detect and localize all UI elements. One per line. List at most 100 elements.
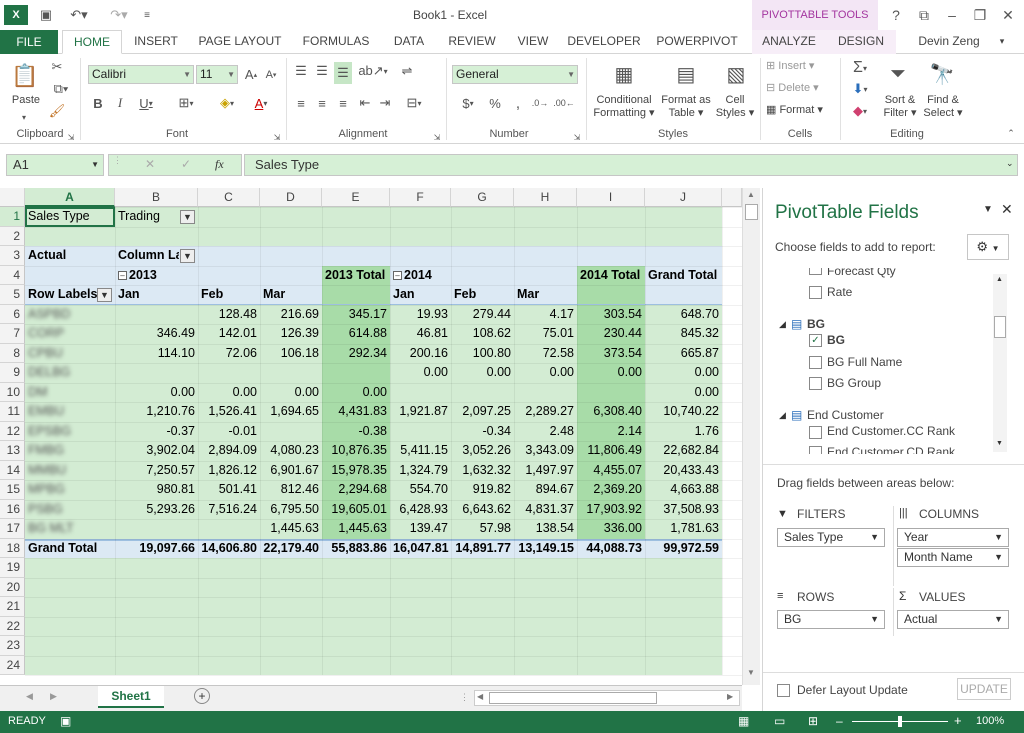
value-cell[interactable]: 0.00 [322,383,390,403]
value-cell[interactable] [451,383,514,403]
table-end-customer[interactable]: End Customer [807,408,884,422]
value-cell[interactable]: 4,431.83 [322,402,390,422]
value-cell[interactable]: 812.46 [260,480,322,500]
column-header-d[interactable]: D [260,188,322,207]
value-cell[interactable]: 1,826.12 [198,461,260,481]
row-header-12[interactable]: 12 [0,421,25,441]
italic-icon[interactable]: I [112,94,128,112]
field-rate[interactable]: Rate [827,285,852,299]
value-cell[interactable]: -0.34 [451,422,514,442]
value-cell[interactable] [198,519,260,539]
field-checkbox[interactable] [809,377,822,390]
value-cell[interactable]: 4,455.07 [577,461,645,481]
row-header-13[interactable]: 13 [0,441,25,461]
value-cell[interactable]: 4,080.23 [260,441,322,461]
value-cell[interactable]: 10,740.22 [645,402,722,422]
value-cell[interactable]: 216.69 [260,305,322,325]
defer-update-checkbox[interactable] [777,684,790,697]
value-cell[interactable]: 72.06 [198,344,260,364]
value-cell[interactable] [115,519,198,539]
value-cell[interactable]: 7,250.57 [115,461,198,481]
value-cell[interactable]: 200.16 [390,344,451,364]
zoom-level[interactable]: 100% [976,715,1004,727]
bold-icon[interactable]: B [90,94,106,112]
cell-e4-2013-total[interactable]: 2013 Total [322,266,390,286]
cell-d5-month[interactable]: Mar [260,285,322,305]
value-cell[interactable]: 100.80 [451,344,514,364]
next-sheet-icon[interactable]: ▶ [50,691,57,702]
cancel-icon[interactable]: ✕ [145,157,155,171]
value-cell[interactable]: 5,293.26 [115,500,198,520]
cell-i4-2014-total[interactable]: 2014 Total [577,266,645,286]
row-label[interactable]: CORP [25,324,115,344]
tab-view[interactable]: VIEW [510,30,556,54]
orientation-icon[interactable]: ab↗ ▾ [358,62,388,80]
filter-dropdown-icon[interactable]: ▼ [180,209,195,224]
font-color-icon[interactable]: A ▾ [248,94,274,112]
row-header-22[interactable]: 22 [0,616,25,636]
cell-a1-sales-type[interactable]: Sales Type [25,207,115,227]
macro-record-icon[interactable]: ▣ [60,714,71,728]
value-cell[interactable]: 4,831.37 [514,500,577,520]
find-select-button[interactable]: Find & Select ▾ [920,94,966,120]
sheet-tab-sheet1[interactable]: Sheet1 [98,686,164,708]
underline-icon[interactable]: U ▾ [132,94,160,112]
field-checkbox-checked[interactable]: ✓ [809,334,822,347]
value-cell[interactable]: 3,052.26 [451,441,514,461]
value-cell[interactable]: -0.37 [115,422,198,442]
value-cell[interactable]: 1,526.41 [198,402,260,422]
scroll-thumb-h[interactable] [489,692,657,704]
column-header-b[interactable]: B [115,188,198,207]
field-bg-full-name[interactable]: BG Full Name [827,355,902,369]
collapse-2014-icon[interactable]: – [393,270,402,280]
value-cell[interactable]: 303.54 [577,305,645,325]
value-cell[interactable]: 126.39 [260,324,322,344]
value-cell[interactable]: 919.82 [451,480,514,500]
scroll-up-icon[interactable]: ▲ [996,276,1003,283]
value-cell[interactable]: 373.54 [577,344,645,364]
enter-icon[interactable]: ✓ [181,157,191,171]
conditional-formatting-icon[interactable]: ▦ [608,58,640,90]
tools-gear-icon[interactable]: ⚙ ▼ [967,234,1009,260]
tab-data[interactable]: DATA [384,30,434,54]
value-cell[interactable] [115,363,198,383]
value-cell[interactable]: 2.14 [577,422,645,442]
tab-developer[interactable]: DEVELOPER [564,30,644,54]
field-bg[interactable]: BG [827,333,845,347]
collapse-2013-icon[interactable]: – [118,270,127,280]
ribbon-display-icon[interactable]: ⧉ [912,4,936,26]
scroll-up-icon[interactable]: ▲ [747,190,755,199]
zoom-out-icon[interactable]: – [836,714,843,728]
value-cell[interactable]: 1.76 [645,422,722,442]
value-cell[interactable]: 46.81 [390,324,451,344]
row-item-bg[interactable]: BG ▼ [777,610,885,629]
value-cell[interactable] [577,383,645,403]
row-header-11[interactable]: 11 [0,402,25,422]
sort-filter-icon[interactable]: ⏷ [882,58,914,90]
column-header-a[interactable]: A [25,188,115,207]
cell-b3-column-labels[interactable]: Column La [115,246,179,266]
column-item-year[interactable]: Year ▼ [897,528,1009,547]
name-box[interactable]: A1 ▼ [6,154,104,176]
value-cell[interactable]: 346.49 [115,324,198,344]
minimize-icon[interactable]: – [940,4,964,26]
value-cell[interactable]: 15,978.35 [322,461,390,481]
cell-f5-month[interactable]: Jan [390,285,451,305]
column-header-c[interactable]: C [198,188,260,207]
value-cell[interactable]: 980.81 [115,480,198,500]
field-checkbox[interactable] [809,446,822,454]
value-cell[interactable]: 2,369.20 [577,480,645,500]
value-cell[interactable]: 57.98 [451,519,514,539]
cell-b4-2013[interactable]: 2013 [115,266,198,286]
paste-button[interactable]: Paste [6,94,46,107]
column-header-e[interactable]: E [322,188,390,207]
borders-icon[interactable]: ⊞ ▾ [174,94,198,112]
grow-font-icon[interactable]: A ▴ [242,65,260,84]
fill-icon[interactable]: ⬇ ▾ [846,80,874,98]
grand-total-cell[interactable]: 22,179.40 [260,539,322,559]
pane-close-icon[interactable]: ✕ [1001,201,1013,218]
value-cell[interactable]: 1,921.87 [390,402,451,422]
value-cell[interactable]: 1,445.63 [260,519,322,539]
table-bg[interactable]: BG [807,317,825,331]
value-cell[interactable]: 11,806.49 [577,441,645,461]
